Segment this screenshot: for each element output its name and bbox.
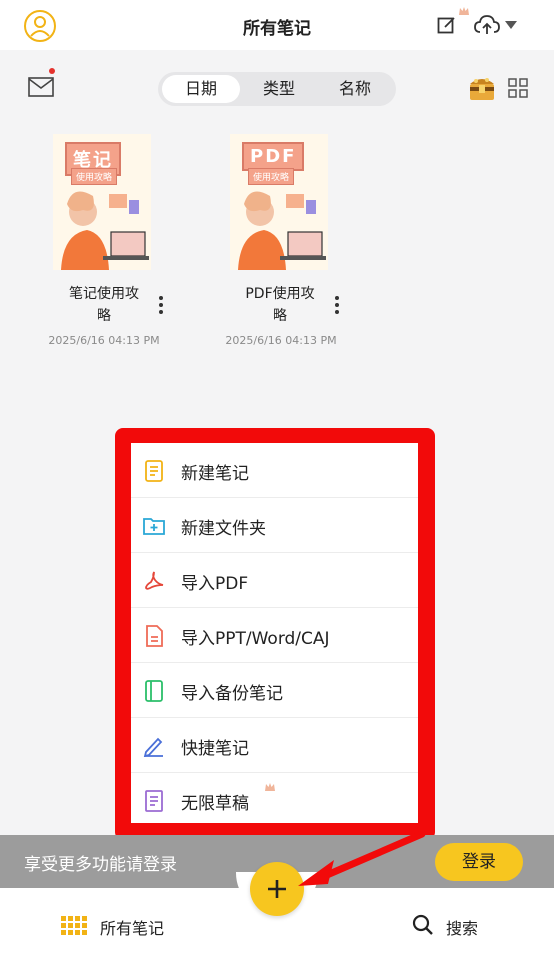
unread-dot <box>49 68 55 74</box>
new-folder-icon <box>143 518 165 535</box>
plus-icon <box>268 880 286 898</box>
page-title: 所有笔记 <box>243 19 311 39</box>
document-icon <box>146 625 163 647</box>
more-options-icon[interactable] <box>158 296 164 318</box>
menu-label: 导入PPT/Word/CAJ <box>181 629 330 649</box>
menu-label: 新建文件夹 <box>181 519 266 539</box>
menu-item-import-office[interactable]: 导入PPT/Word/CAJ <box>131 608 418 663</box>
draft-icon <box>145 790 163 812</box>
sort-segmented-control: 日期 类型 名称 <box>158 72 396 106</box>
sort-tab-date[interactable]: 日期 <box>162 75 240 103</box>
thumbnail-subtitle: 使用攻略 <box>248 168 295 185</box>
menu-label: 新建笔记 <box>181 464 249 484</box>
chevron-down-icon[interactable] <box>505 21 517 29</box>
create-menu: 新建笔记 新建文件夹 导入PDF 导入PPT/Word/CAJ 导入备份笔记 快… <box>131 443 418 823</box>
illustration-icon <box>61 191 149 270</box>
top-bar: 所有笔记 <box>0 0 554 50</box>
menu-label: 无限草稿 <box>181 794 249 814</box>
note-name-line-2[interactable]: 略 <box>44 305 164 327</box>
cloud-upload-icon[interactable] <box>474 14 500 36</box>
note-date: 2025/6/16 04:13 PM <box>48 334 160 347</box>
new-note-icon <box>145 460 163 482</box>
note-thumbnail[interactable]: PDF 使用攻略 <box>230 134 328 270</box>
menu-item-infinite-draft[interactable]: 无限草稿 <box>131 773 418 823</box>
note-name-line-2[interactable]: 略 <box>220 305 340 327</box>
pen-icon <box>143 737 163 757</box>
nav-search[interactable]: 搜索 <box>446 915 478 939</box>
more-options-icon[interactable] <box>334 296 340 318</box>
all-notes-grid-icon[interactable] <box>61 916 88 935</box>
sort-tab-type[interactable]: 类型 <box>240 75 318 103</box>
menu-label: 导入备份笔记 <box>181 684 283 704</box>
pdf-icon <box>145 571 164 590</box>
red-arrow-annotation <box>298 830 426 886</box>
nav-all-notes[interactable]: 所有笔记 <box>100 915 164 939</box>
edit-icon[interactable] <box>437 15 457 35</box>
crown-icon <box>459 7 469 15</box>
menu-label: 快捷笔记 <box>181 739 249 759</box>
illustration-icon <box>238 191 326 270</box>
menu-item-new-folder[interactable]: 新建文件夹 <box>131 498 418 553</box>
menu-item-new-note[interactable]: 新建笔记 <box>131 443 418 498</box>
treasure-chest-icon[interactable] <box>467 74 497 102</box>
menu-item-import-backup[interactable]: 导入备份笔记 <box>131 663 418 718</box>
mail-icon[interactable] <box>28 77 54 97</box>
note-date: 2025/6/16 04:13 PM <box>225 334 337 347</box>
menu-label: 导入PDF <box>181 574 249 594</box>
note-name-line-1[interactable]: 笔记使用攻 <box>44 283 164 305</box>
note-thumbnail[interactable]: 笔记 使用攻略 <box>53 134 151 270</box>
menu-item-import-pdf[interactable]: 导入PDF <box>131 553 418 608</box>
menu-item-quick-note[interactable]: 快捷笔记 <box>131 718 418 773</box>
crown-icon <box>265 783 275 791</box>
thumbnail-subtitle: 使用攻略 <box>71 168 118 185</box>
backup-icon <box>145 680 163 702</box>
sort-tab-name[interactable]: 名称 <box>316 75 394 103</box>
search-icon[interactable] <box>412 914 434 936</box>
grid-view-icon[interactable] <box>508 78 528 98</box>
note-name-line-1[interactable]: PDF使用攻 <box>220 283 340 305</box>
thumbnail-title: PDF <box>242 142 305 171</box>
login-button[interactable]: 登录 <box>435 843 523 881</box>
login-prompt: 享受更多功能请登录 <box>24 855 177 875</box>
